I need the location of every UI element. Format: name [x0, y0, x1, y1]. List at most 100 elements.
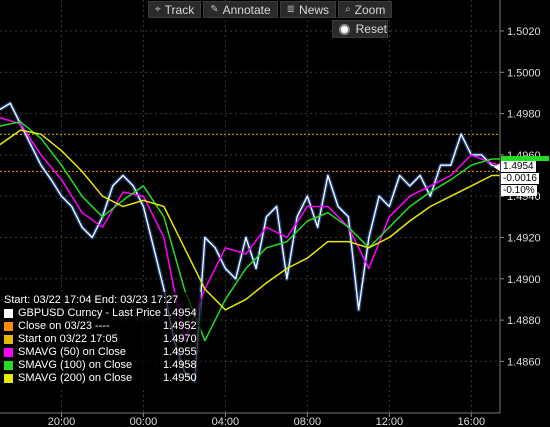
y-tick-label: 1.4880	[507, 315, 541, 327]
series-point	[245, 298, 247, 300]
series-point	[327, 241, 329, 243]
series-point	[163, 236, 165, 239]
series-point	[163, 288, 165, 290]
legend-label: GBPUSD Curncy - Last Price	[18, 307, 162, 319]
legend-label: SMAVG (50) on Close	[18, 346, 127, 358]
legend-label: SMAVG (100) on Close	[18, 359, 133, 371]
series-point	[429, 191, 431, 193]
series-point	[101, 216, 104, 218]
last-price-label: 1.4954	[501, 161, 536, 173]
series-point	[122, 199, 124, 201]
reset-label: Reset	[355, 22, 387, 36]
legend-swatch	[4, 348, 13, 357]
series-point	[337, 205, 339, 208]
x-tick-label: 00:00	[130, 416, 158, 427]
series-point	[388, 226, 390, 228]
series-point	[142, 199, 144, 201]
y-tick-label: 1.4860	[507, 356, 541, 368]
series-point	[81, 226, 83, 228]
x-tick-label: 08:00	[294, 416, 322, 427]
series-point	[245, 236, 247, 239]
series-point	[204, 288, 206, 290]
change-pct-label: -0.10%	[501, 185, 537, 197]
legend-row-smavg-100: SMAVG (100) on Close 1.4958	[4, 359, 197, 372]
series-point	[358, 309, 360, 311]
series-point	[101, 195, 104, 197]
series-point	[450, 179, 452, 181]
series-point	[470, 154, 472, 156]
annotate-button[interactable]: ✎ Annotate	[203, 1, 278, 18]
series-point	[409, 195, 411, 197]
zoom-label: Zoom	[354, 2, 386, 17]
series-point	[30, 144, 32, 146]
series-point	[306, 257, 308, 259]
series-point	[112, 185, 114, 187]
series-point	[491, 164, 493, 166]
series-point	[122, 174, 124, 177]
series-point	[163, 205, 165, 208]
series-point	[286, 278, 288, 280]
series-point	[327, 205, 329, 208]
series-point	[388, 205, 390, 208]
series-point	[224, 267, 226, 270]
track-label: Track	[164, 2, 195, 17]
series-point	[491, 158, 493, 160]
magnifier-icon: ⌕	[345, 4, 351, 15]
series-point	[327, 174, 329, 177]
legend-label: SMAVG (200) on Close	[18, 372, 133, 384]
zoom-button[interactable]: ⌕ Zoom	[338, 1, 393, 18]
chart-toolbar: ⌖ Track ✎ Annotate ≣ News ⌕ Zoom	[148, 1, 393, 19]
legend-swatch	[4, 322, 13, 331]
series-point	[91, 236, 93, 239]
series-point	[265, 216, 267, 218]
smavg-100-marker	[501, 156, 549, 162]
series-point	[450, 164, 452, 166]
series-point	[224, 309, 226, 311]
series-point	[388, 236, 390, 239]
series-point	[19, 123, 22, 125]
legend-swatch	[4, 361, 13, 370]
legend-swatch	[4, 335, 13, 344]
series-point	[491, 174, 493, 177]
series-point	[245, 253, 247, 255]
series-point	[235, 278, 237, 280]
series-point	[429, 205, 431, 208]
series-point	[347, 241, 349, 243]
reset-button[interactable]: Reset	[332, 20, 388, 38]
series-point	[481, 154, 483, 156]
legend-row-smavg-200: SMAVG (200) on Close 1.4950	[4, 372, 197, 385]
series-point	[50, 179, 52, 181]
series-point	[470, 164, 472, 166]
legend-range-text: Start: 03/22 17:04 End: 03/23 17:27	[4, 294, 179, 306]
series-point	[19, 129, 22, 131]
series-point	[40, 137, 42, 139]
series-point	[491, 162, 493, 164]
series-point	[142, 195, 144, 197]
series-point	[183, 288, 185, 290]
series-point	[81, 195, 83, 197]
series-point	[286, 236, 288, 239]
series-point	[224, 247, 226, 249]
series-point	[265, 247, 267, 249]
series-point	[368, 236, 370, 239]
y-tick-label: 1.5000	[507, 67, 541, 79]
series-point	[419, 174, 421, 177]
series-point	[153, 247, 155, 249]
x-tick-label: 04:00	[212, 416, 240, 427]
legend-value: 1.4955	[163, 346, 197, 358]
legend-value: 1.4970	[163, 333, 197, 345]
series-point	[204, 236, 206, 239]
series-point	[409, 185, 411, 187]
news-button[interactable]: ≣ News	[279, 1, 337, 18]
series-point	[101, 226, 104, 228]
series-point	[409, 205, 411, 208]
series-point	[122, 205, 124, 208]
series-point	[81, 170, 83, 172]
x-tick-label: 16:00	[458, 416, 486, 427]
series-point	[19, 121, 22, 123]
series-point	[276, 205, 278, 208]
track-button[interactable]: ⌖ Track	[148, 1, 202, 18]
series-point	[429, 185, 431, 187]
chart-legend: Start: 03/22 17:04 End: 03/23 17:27 GBPU…	[2, 292, 201, 387]
series-point	[142, 205, 144, 208]
